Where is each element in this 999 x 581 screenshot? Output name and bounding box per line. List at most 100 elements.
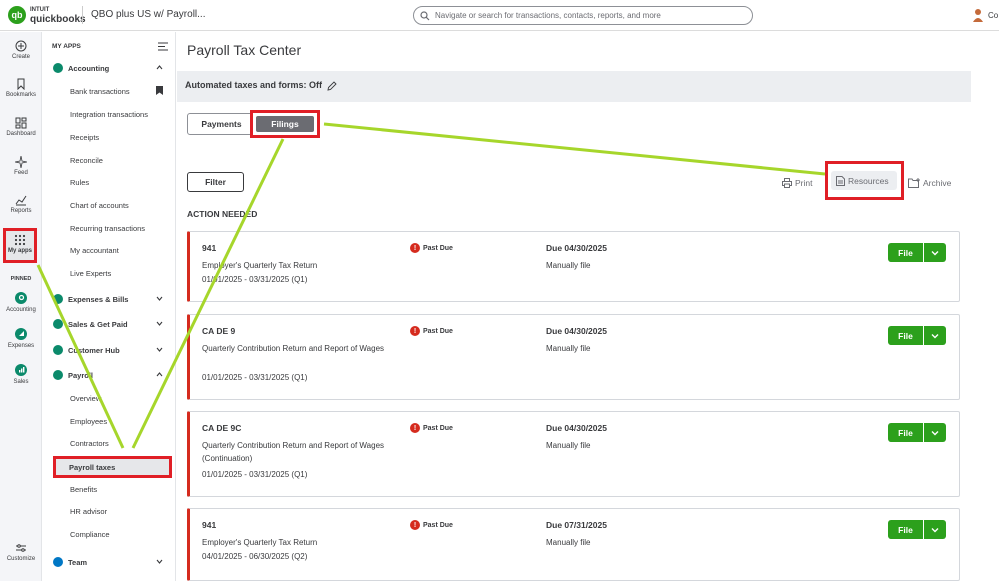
sidebar-group-team[interactable]: Team (43, 553, 176, 571)
sidebar-item-label: HR advisor (70, 506, 108, 516)
rail-create-label: Create (11, 54, 30, 60)
sidebar-group-accounting[interactable]: Accounting (43, 59, 176, 77)
alert-icon: ! (410, 326, 420, 336)
file-button[interactable]: File (888, 326, 923, 345)
tab-filings[interactable]: Filings (256, 116, 314, 132)
quickbooks-logo[interactable]: qb INTUIT quickbooks (8, 6, 86, 25)
rail-pinned-expenses[interactable]: Expenses (0, 328, 42, 349)
rail-customize[interactable]: Customize (0, 542, 42, 562)
file-button[interactable]: File (888, 423, 923, 442)
chevron-down-icon (931, 527, 939, 532)
sidebar-item-receipts[interactable]: Receipts (43, 128, 176, 146)
sidebar-item-my-accountant[interactable]: My accountant (43, 241, 176, 259)
sidebar-item-overview[interactable]: Overview (43, 389, 176, 407)
sidebar-group-expenses[interactable]: Expenses & Bills (43, 290, 176, 308)
rail-bookmarks[interactable]: Bookmarks (0, 78, 42, 98)
pencil-icon[interactable] (327, 81, 337, 91)
sidebar-item-label: Overview (70, 393, 102, 403)
filing-form-name: CA DE 9 (202, 326, 236, 336)
sidebar-item-contractors[interactable]: Contractors (43, 434, 176, 452)
rail-feed-label: Feed (14, 170, 28, 176)
sidebar-item-bank-transactions[interactable]: Bank transactions (43, 82, 176, 100)
resources-label: Resources (848, 175, 889, 186)
bookmark-filled-icon[interactable] (156, 86, 163, 95)
rail-dashboard-label: Dashboard (6, 131, 36, 137)
accounting-app-icon (15, 292, 27, 304)
printer-icon (782, 178, 792, 188)
sidebar-item-live-experts[interactable]: Live Experts (43, 264, 176, 282)
team-group-icon (53, 557, 63, 567)
sidebar-item-employees[interactable]: Employees (43, 412, 176, 430)
sidebar-item-integration-transactions[interactable]: Integration transactions (43, 105, 176, 123)
sidebar-group-payroll[interactable]: Payroll (43, 366, 176, 384)
sidebar-item-rules[interactable]: Rules (43, 173, 176, 191)
filter-button[interactable]: Filter (187, 172, 244, 192)
filing-card: 941 Employer's Quarterly Tax Return 04/0… (187, 508, 960, 581)
filing-description: Employer's Quarterly Tax Return (202, 538, 318, 547)
sidebar-item-payroll-taxes[interactable]: Payroll taxes (53, 456, 172, 478)
resources-highlight: Resources (825, 161, 904, 200)
sidebar-item-label: Receipts (70, 132, 100, 142)
sales-app-icon (15, 364, 27, 376)
file-dropdown-button[interactable] (923, 326, 946, 345)
payroll-group-icon (53, 370, 63, 380)
chevron-down-icon (156, 347, 163, 352)
past-due-label: Past Due (423, 244, 453, 252)
sidebar-item-hr-advisor[interactable]: HR advisor (43, 502, 176, 520)
sidebar-item-benefits[interactable]: Benefits (43, 480, 176, 498)
sidebar-item-chart-of-accounts[interactable]: Chart of accounts (43, 196, 176, 214)
company-name[interactable]: QBO plus US w/ Payroll... (91, 9, 205, 20)
logo-quickbooks-text: quickbooks (30, 14, 86, 25)
file-button[interactable]: File (888, 520, 923, 539)
resources-button[interactable]: Resources (831, 171, 897, 190)
rail-my-apps[interactable]: My apps (3, 228, 37, 263)
sidebar-group-customer-hub[interactable]: Customer Hub (43, 341, 176, 359)
rail-reports[interactable]: Reports (0, 194, 42, 214)
rail-pinned-sales[interactable]: Sales (0, 364, 42, 385)
rail-create[interactable]: Create (0, 40, 42, 60)
sidebar-item-label: Benefits (70, 484, 98, 494)
sidebar-item-reconcile[interactable]: Reconcile (43, 151, 176, 169)
sidebar-group-sales[interactable]: Sales & Get Paid (43, 315, 176, 333)
past-due-badge: ! Past Due (410, 423, 453, 433)
filing-form-name: CA DE 9C (202, 423, 242, 433)
tab-switcher: Payments Filings (187, 110, 320, 138)
sidebar-item-label: Bank transactions (70, 86, 130, 96)
file-dropdown-button[interactable] (923, 520, 946, 539)
action-needed-heading: ACTION NEEDED (187, 209, 258, 219)
filing-due-date: Due 04/30/2025 (546, 326, 607, 336)
rail-feed[interactable]: Feed (0, 156, 42, 176)
collapse-menu-icon[interactable] (158, 42, 168, 51)
dashboard-icon (15, 117, 27, 129)
sidebar-item-label: Compliance (70, 529, 110, 539)
file-dropdown-button[interactable] (923, 423, 946, 442)
sidebar-item-compliance[interactable]: Compliance (43, 525, 176, 543)
filing-period: 04/01/2025 - 06/30/2025 (Q2) (202, 552, 308, 561)
sales-group-icon (53, 319, 63, 329)
global-search[interactable] (413, 6, 753, 25)
rail-pinned-accounting[interactable]: Accounting (0, 292, 42, 313)
user-avatar-icon[interactable] (972, 8, 984, 22)
sidebar-group-customer-hub-label: Customer Hub (68, 345, 120, 355)
print-button[interactable]: Print (782, 178, 812, 188)
tab-payments[interactable]: Payments (187, 113, 256, 135)
file-button[interactable]: File (888, 243, 923, 262)
past-due-badge: ! Past Due (410, 243, 453, 253)
alert-icon: ! (410, 423, 420, 433)
filing-method: Manually file (546, 538, 591, 547)
chevron-down-icon (156, 296, 163, 301)
top-divider (82, 6, 83, 24)
sidebar-item-recurring-transactions[interactable]: Recurring transactions (43, 219, 176, 237)
search-input[interactable] (435, 11, 745, 20)
sidebar-group-accounting-label: Accounting (68, 63, 110, 73)
chevron-up-icon (156, 372, 163, 377)
file-dropdown-button[interactable] (923, 243, 946, 262)
sparkle-icon (15, 156, 27, 168)
chevron-down-icon (156, 321, 163, 326)
rail-dashboard[interactable]: Dashboard (0, 117, 42, 137)
plus-circle-icon (15, 40, 27, 52)
alert-icon: ! (410, 243, 420, 253)
user-name[interactable]: Co (988, 11, 998, 20)
archive-button[interactable]: Archive (908, 178, 951, 188)
filing-period: 01/01/2025 - 03/31/2025 (Q1) (202, 470, 308, 479)
